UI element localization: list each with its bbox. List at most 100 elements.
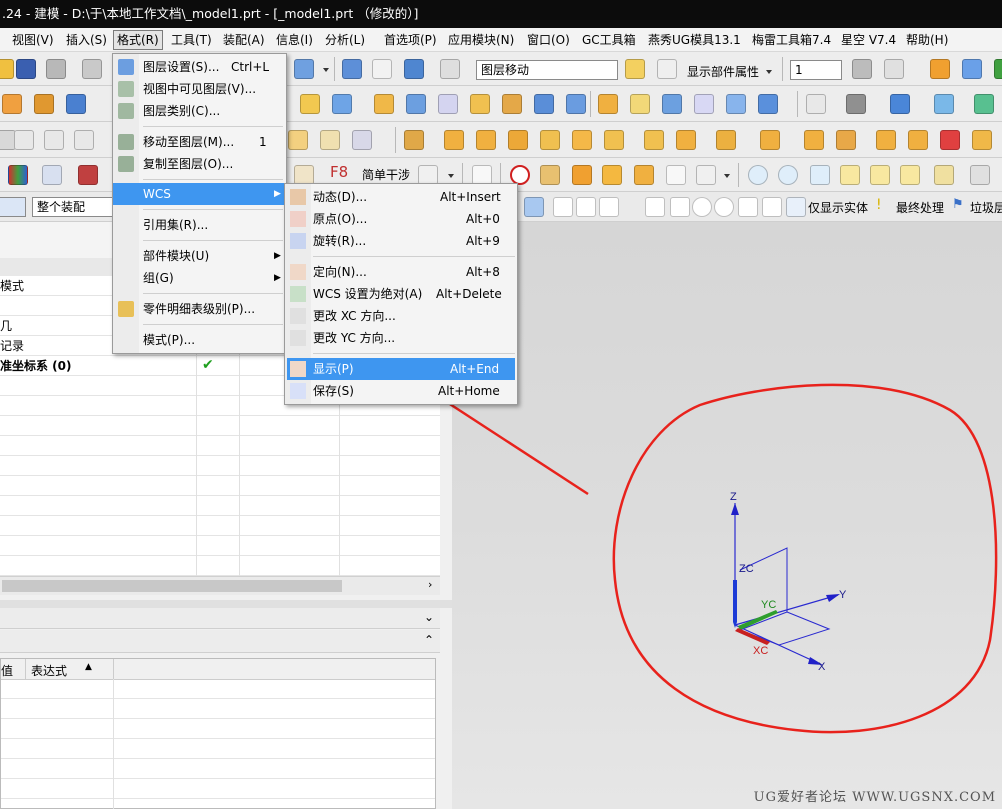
play-icon[interactable]	[994, 59, 1002, 79]
chevron-down-icon[interactable]: ⌄	[424, 610, 434, 624]
block-icon[interactable]	[2, 94, 22, 114]
color-icon[interactable]	[974, 94, 994, 114]
menu-item-copy-to-layer[interactable]: 复制至图层(O)...	[113, 153, 286, 175]
menu-preferences[interactable]: 首选项(P)	[384, 31, 437, 49]
line-end-icon[interactable]	[576, 197, 596, 217]
tool-icon[interactable]	[962, 59, 982, 79]
brush-icon[interactable]	[42, 165, 62, 185]
menu-item-wcs[interactable]: WCS ▶	[113, 183, 286, 205]
bulb-list-icon[interactable]	[840, 165, 860, 185]
color-palette-icon[interactable]	[8, 165, 28, 185]
unite-icon[interactable]	[598, 94, 618, 114]
splitter[interactable]	[0, 600, 452, 608]
split-body-icon[interactable]	[726, 94, 746, 114]
menu-item-wcs-rotate[interactable]: 旋转(R)... Alt+9	[285, 230, 517, 252]
hole-icon[interactable]	[374, 94, 394, 114]
menu-item-wcs-dynamic[interactable]: 动态(D)... Alt+Insert	[285, 186, 517, 208]
dropdown-arrow-icon[interactable]	[323, 68, 329, 72]
trash-layer-label[interactable]: 垃圾层	[970, 199, 1002, 216]
point-on-curve-icon[interactable]	[786, 197, 806, 217]
cube-orange-icon[interactable]	[572, 165, 592, 185]
subtract-icon[interactable]	[630, 94, 650, 114]
menu-insert[interactable]: 插入(S)	[66, 31, 107, 49]
snap-point-icon[interactable]	[553, 197, 573, 217]
thread-icon[interactable]	[566, 94, 586, 114]
menu-meilei[interactable]: 梅雷工具箱7.4	[752, 31, 831, 49]
horizontal-scrollbar[interactable]: ›	[0, 576, 440, 595]
pad-icon[interactable]	[470, 94, 490, 114]
column-header-expression[interactable]: 表达式	[31, 662, 67, 679]
slot-icon[interactable]	[502, 94, 522, 114]
dropdown-arrow-icon[interactable]	[724, 174, 730, 178]
hatch-icon[interactable]	[352, 130, 372, 150]
curve-red-icon[interactable]	[666, 165, 686, 185]
menu-item-part-modules[interactable]: 部件模块(U) ▶	[113, 245, 286, 267]
f8-label[interactable]: F8	[330, 163, 348, 181]
layer-move-combo[interactable]: 图层移动	[476, 60, 618, 80]
menu-assembly[interactable]: 装配(A)	[223, 31, 265, 49]
menu-gc-toolbox[interactable]: GC工具箱	[582, 31, 636, 49]
menu-window[interactable]: 窗口(O)	[527, 31, 570, 49]
display-part-properties[interactable]: 显示部件属性	[687, 63, 759, 80]
sort-up-icon[interactable]: ▲	[85, 662, 92, 672]
scrollbar-thumb[interactable]	[2, 580, 342, 592]
hand-icon[interactable]	[472, 165, 492, 185]
constraint-icon[interactable]	[876, 130, 896, 150]
intersection-icon[interactable]	[670, 197, 690, 217]
replace-icon[interactable]	[604, 130, 624, 150]
bulb-icon[interactable]	[748, 165, 768, 185]
menu-item-change-xc[interactable]: 更改 XC 方向...	[285, 305, 517, 327]
menu-item-wcs-origin[interactable]: 原点(O)... Alt+0	[285, 208, 517, 230]
measure-icon[interactable]	[294, 165, 314, 185]
cut-icon[interactable]	[82, 59, 102, 79]
palette-icon[interactable]	[540, 165, 560, 185]
menu-tools[interactable]: 工具(T)	[171, 31, 212, 49]
bracket-icon[interactable]	[288, 130, 308, 150]
quadrant-icon[interactable]	[714, 197, 734, 217]
line-mid-icon[interactable]	[599, 197, 619, 217]
menu-view[interactable]: 视图(V)	[12, 31, 54, 49]
interference-icon[interactable]	[418, 165, 438, 185]
bulb-list2-icon[interactable]	[870, 165, 890, 185]
menu-xingkong[interactable]: 星空 V7.4	[841, 31, 896, 49]
sheet-icon[interactable]	[602, 165, 622, 185]
reposition-icon[interactable]	[508, 130, 528, 150]
bulb-list3-icon[interactable]	[900, 165, 920, 185]
scroll-right-icon[interactable]: ›	[428, 578, 432, 591]
info-icon[interactable]	[440, 59, 460, 79]
wave-point-icon[interactable]	[645, 197, 665, 217]
bulb-outline-icon[interactable]	[778, 165, 798, 185]
sphere-icon[interactable]	[66, 94, 86, 114]
new-icon[interactable]	[0, 59, 14, 79]
mirror-assembly-icon[interactable]	[540, 130, 560, 150]
dependencies-header[interactable]: ⌄	[0, 608, 440, 629]
assembly-add-icon[interactable]	[404, 130, 424, 150]
final-process-label[interactable]: 最终处理	[896, 199, 944, 216]
menu-item-visible-layers[interactable]: 视图中可见图层(V)...	[113, 78, 286, 100]
cube-edge-icon[interactable]	[634, 165, 654, 185]
menu-application[interactable]: 应用模块(N)	[448, 31, 514, 49]
existing-point-icon[interactable]	[762, 197, 782, 217]
menu-format[interactable]: 格式(R)	[113, 30, 163, 50]
check-clearance-icon[interactable]	[908, 130, 928, 150]
pocket-icon[interactable]	[438, 94, 458, 114]
deform-icon[interactable]	[804, 130, 824, 150]
trim-body-icon[interactable]	[694, 94, 714, 114]
view-triad-icon[interactable]	[934, 94, 954, 114]
snap-view-icon[interactable]	[342, 59, 362, 79]
layer-number-combo[interactable]: 1	[790, 60, 842, 80]
cube-select-icon[interactable]	[524, 197, 544, 217]
graphics-window[interactable]	[452, 222, 1002, 809]
menu-item-change-yc[interactable]: 更改 YC 方向...	[285, 327, 517, 349]
menu-item-reference-sets[interactable]: 引用集(R)...	[113, 214, 286, 236]
column-header-value[interactable]: 值	[1, 662, 13, 679]
layer-edit-icon[interactable]	[884, 59, 904, 79]
print-icon[interactable]	[46, 59, 66, 79]
menu-item-wcs-orient[interactable]: 定向(N)... Alt+8	[285, 261, 517, 283]
chevron-up-icon[interactable]: ⌃	[424, 633, 434, 647]
menu-help[interactable]: 帮助(H)	[906, 31, 948, 49]
array-icon[interactable]	[572, 130, 592, 150]
menu-item-wcs-save[interactable]: 保存(S) Alt+Home	[285, 380, 517, 402]
cube-outline-icon[interactable]	[696, 165, 716, 185]
groove-icon[interactable]	[534, 94, 554, 114]
